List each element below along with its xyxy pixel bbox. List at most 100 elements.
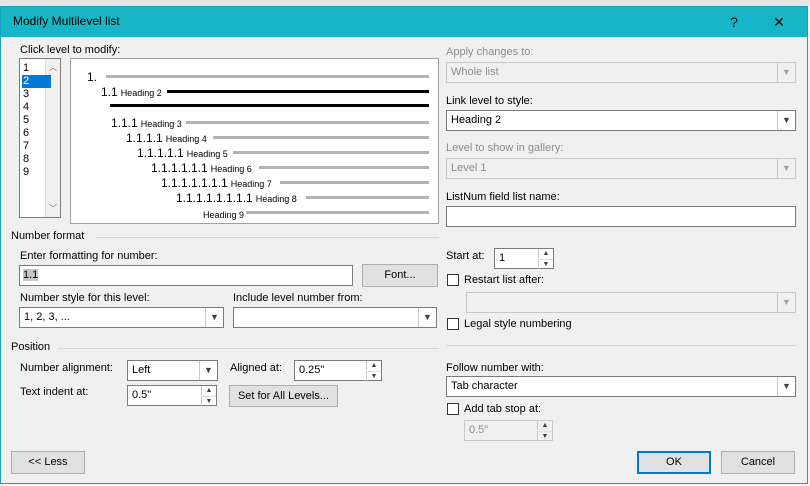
click-level-label: Click level to modify:	[20, 44, 121, 56]
preview-row-label: 1.1.1.1.1.1.1.1 Heading 8	[176, 191, 297, 205]
preview-line	[106, 75, 429, 78]
preview-number: 1.1.1.1	[126, 131, 163, 145]
preview-heading: Heading 6	[210, 164, 252, 174]
chevron-down-icon: ▼	[777, 63, 795, 82]
set-all-levels-button[interactable]: Set for All Levels...	[229, 385, 338, 407]
text-indent-spinner[interactable]: 0.5" ▲ ▼	[127, 385, 217, 406]
apply-changes-combo: Whole list ▼	[446, 62, 796, 83]
include-level-label: Include level number from:	[233, 292, 363, 304]
level-item[interactable]: 1	[22, 62, 51, 75]
spin-up-icon[interactable]: ▲	[538, 249, 553, 258]
preview-row-label: 1.1.1 Heading 3	[111, 116, 182, 130]
number-style-combo[interactable]: 1, 2, 3, ... ▼	[19, 307, 224, 328]
link-level-combo[interactable]: Heading 2 ▼	[446, 110, 796, 131]
follow-number-combo[interactable]: Tab character ▼	[446, 376, 796, 397]
preview-line	[280, 181, 429, 184]
less-button[interactable]: << Less	[11, 451, 85, 474]
preview-heading: Heading 3	[140, 119, 182, 129]
number-format-separator	[96, 237, 439, 238]
preview-number: 1.1.1.1.1.1	[151, 161, 208, 175]
legal-style-checkbox[interactable]	[447, 318, 459, 330]
text-indent-label: Text indent at:	[20, 386, 89, 398]
scroll-down-icon[interactable]: ﹀	[49, 203, 57, 214]
level-item[interactable]: 2	[22, 75, 51, 88]
preview-row-label: 1.1.1.1.1.1 Heading 6	[151, 161, 252, 175]
chevron-down-icon: ▼	[777, 377, 795, 396]
level-item[interactable]: 7	[22, 140, 51, 153]
preview-heading: Heading 9	[203, 210, 245, 220]
apply-changes-label: Apply changes to:	[446, 46, 534, 58]
preview-row-label: 1.1.1.1.1 Heading 5	[137, 146, 228, 160]
restart-label: Restart list after:	[464, 274, 545, 286]
listnum-input[interactable]	[446, 206, 796, 227]
spin-up-icon[interactable]: ▲	[366, 361, 381, 370]
preview-line	[259, 166, 429, 169]
preview-row-label: 1.1 Heading 2	[101, 85, 162, 99]
dialog-title: Modify Multilevel list	[13, 14, 120, 28]
preview-heading: Heading 5	[186, 149, 228, 159]
preview-row-label: 1.1.1.1.1.1.1 Heading 7	[161, 176, 272, 190]
preview-heading: Heading 4	[165, 134, 207, 144]
level-item[interactable]: 8	[22, 153, 51, 166]
aligned-at-spinner[interactable]: 0.25" ▲ ▼	[294, 360, 382, 381]
close-button[interactable]: ✕	[760, 8, 798, 36]
spin-up-icon: ▲	[537, 421, 552, 430]
number-style-label: Number style for this level:	[20, 292, 150, 304]
position-heading: Position	[11, 341, 51, 353]
chevron-down-icon: ▼	[205, 308, 223, 327]
follow-number-label: Follow number with:	[446, 362, 544, 374]
add-tab-stop-checkbox[interactable]	[447, 403, 459, 415]
preview-row-label: 1.	[87, 70, 100, 84]
spin-up-icon[interactable]: ▲	[201, 386, 216, 395]
start-at-spinner[interactable]: 1 ▲ ▼	[494, 248, 554, 269]
number-format-heading: Number format	[11, 230, 85, 242]
number-format-input[interactable]: 1.1	[19, 265, 353, 286]
listnum-label: ListNum field list name:	[446, 191, 560, 203]
legal-style-label: Legal style numbering	[464, 318, 572, 330]
preview-line	[110, 104, 429, 107]
preview-number: 1.1.1.1.1	[137, 146, 184, 160]
level-item[interactable]: 3	[22, 88, 51, 101]
spin-down-icon[interactable]: ▼	[366, 371, 381, 381]
restart-checkbox[interactable]	[447, 274, 459, 286]
number-alignment-label: Number alignment:	[20, 362, 113, 374]
level-item[interactable]: 5	[22, 114, 51, 127]
preview-line	[306, 196, 429, 199]
include-level-combo[interactable]: ▼	[233, 307, 437, 328]
start-at-label: Start at:	[446, 250, 485, 262]
preview-number: 1.1.1	[111, 116, 138, 130]
number-alignment-combo[interactable]: Left ▼	[127, 360, 218, 381]
position-separator	[58, 348, 439, 349]
help-button[interactable]: ?	[715, 8, 753, 36]
preview-number: 1.1	[101, 85, 118, 99]
chevron-down-icon: ▼	[777, 293, 795, 312]
level-item[interactable]: 6	[22, 127, 51, 140]
gallery-level-combo: Level 1 ▼	[446, 158, 796, 179]
tab-stop-spinner: 0.5" ▲ ▼	[464, 420, 553, 441]
preview-line	[246, 211, 429, 214]
link-level-label: Link level to style:	[446, 95, 533, 107]
level-item[interactable]: 9	[22, 166, 51, 179]
title-bar	[1, 7, 807, 37]
restart-after-combo: ▼	[466, 292, 796, 313]
preview-line	[233, 151, 429, 154]
cancel-button[interactable]: Cancel	[721, 451, 795, 474]
preview-row-label: Heading 9	[200, 207, 244, 221]
font-button[interactable]: Font...	[362, 264, 438, 287]
spin-down-icon[interactable]: ▼	[201, 396, 216, 406]
preview-number: 1.	[87, 70, 98, 84]
preview-line	[186, 121, 429, 124]
aligned-at-label: Aligned at:	[230, 362, 282, 374]
preview-line	[167, 90, 429, 93]
chevron-down-icon: ▼	[418, 308, 436, 327]
ok-button[interactable]: OK	[637, 451, 711, 474]
preview-heading: Heading 8	[255, 194, 297, 204]
chevron-down-icon: ▼	[777, 159, 795, 178]
preview-heading: Heading 2	[120, 88, 162, 98]
spin-down-icon[interactable]: ▼	[538, 259, 553, 269]
preview-heading: Heading 7	[230, 179, 272, 189]
add-tab-stop-label: Add tab stop at:	[464, 403, 542, 415]
level-item[interactable]: 4	[22, 101, 51, 114]
preview-number: 1.1.1.1.1.1.1.1	[176, 191, 253, 205]
preview-line	[213, 136, 429, 139]
